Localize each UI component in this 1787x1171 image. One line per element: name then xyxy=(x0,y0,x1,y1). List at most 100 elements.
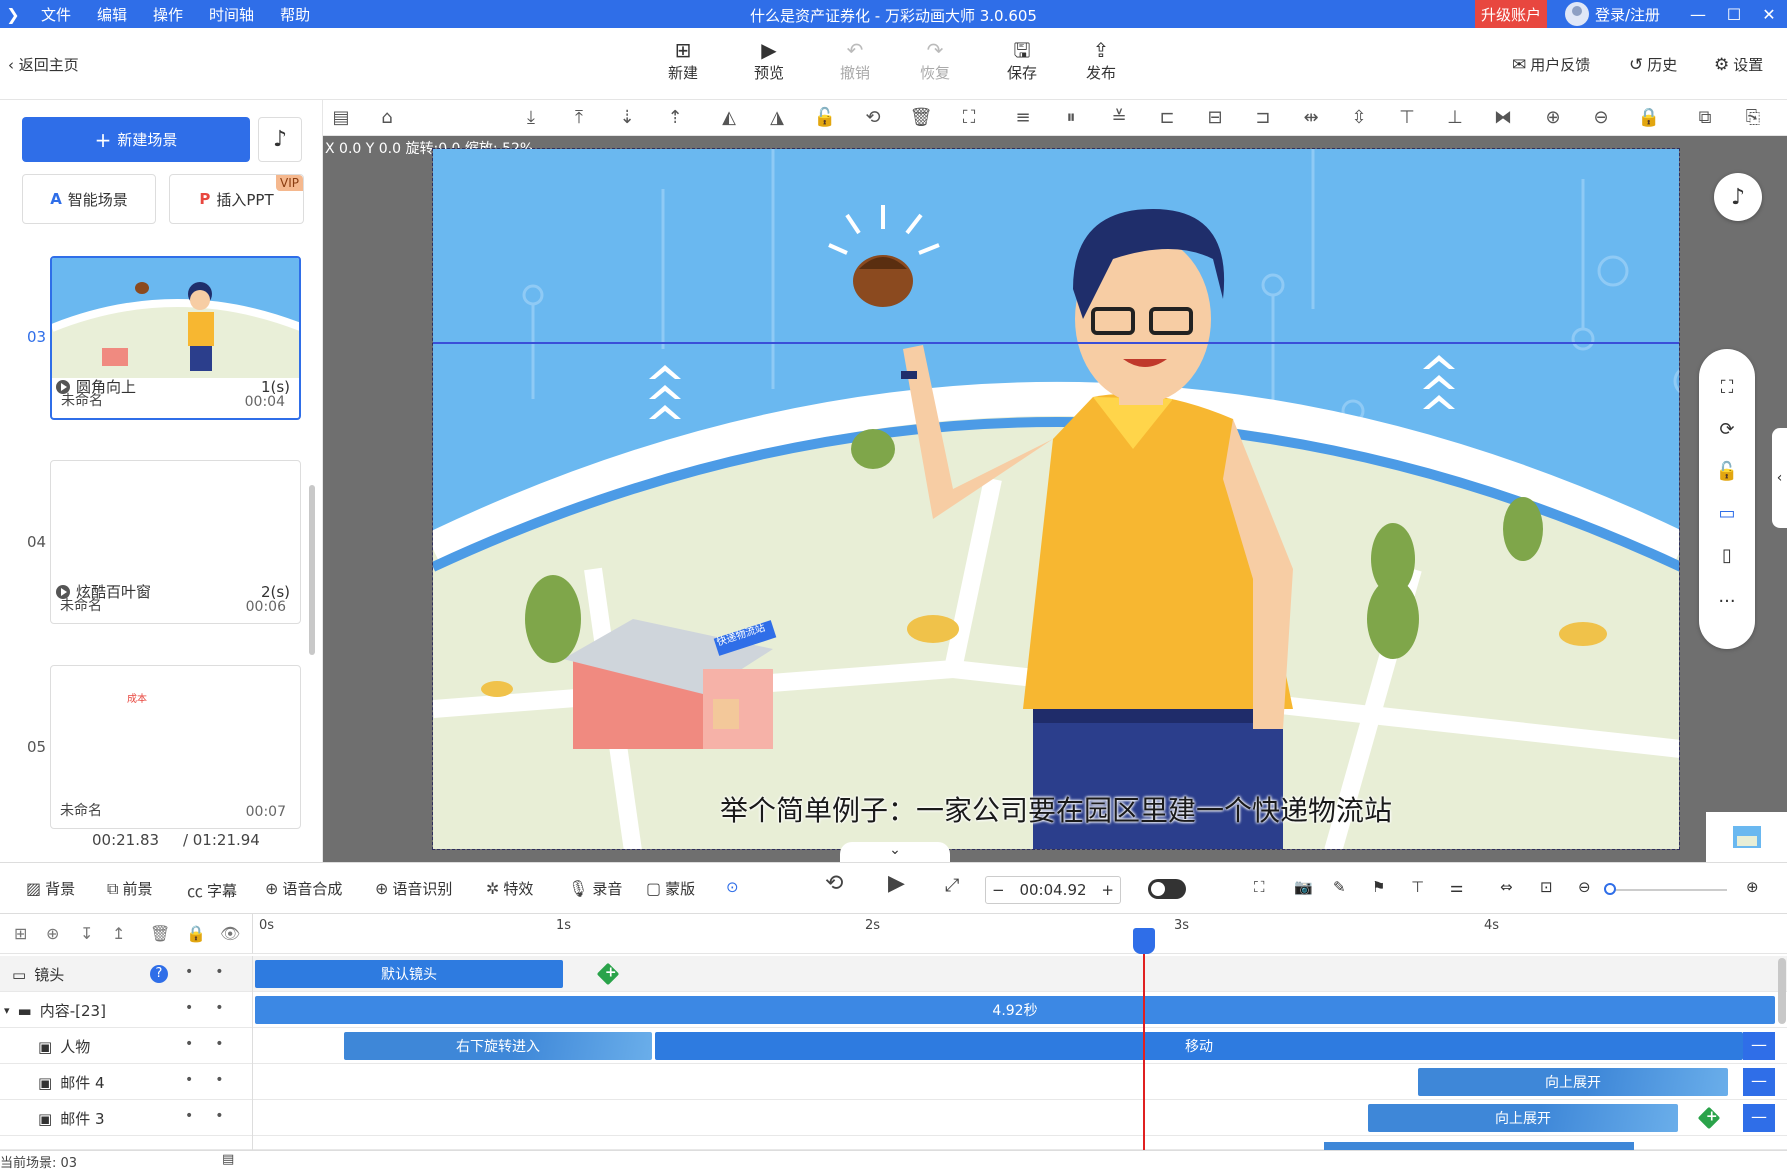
flip-h-icon[interactable]: ◭ xyxy=(717,107,741,128)
mask-button[interactable]: ▢ 蒙版 xyxy=(646,878,695,899)
scene-transition[interactable]: 炫酷百叶窗 2(s) xyxy=(56,581,296,602)
add-layer-icon[interactable]: ⊕ xyxy=(46,924,59,943)
tts-button[interactable]: ⊕ 语音合成 xyxy=(265,878,342,899)
desktop-icon[interactable]: ▭ xyxy=(1699,503,1755,524)
more-controls-icon[interactable]: ⊙ xyxy=(726,878,739,896)
asr-button[interactable]: ⊕ 语音识别 xyxy=(375,878,452,899)
caption-button[interactable]: ㏄字幕 xyxy=(187,878,237,902)
add-folder-icon[interactable]: ⊞ xyxy=(14,924,27,943)
timeline-bar[interactable]: 右下旋转进入 xyxy=(344,1032,652,1060)
publish-button[interactable]: ⇪ 发布 xyxy=(1071,38,1131,83)
zoom-in-timeline-icon[interactable]: ⊕ xyxy=(1746,878,1759,896)
timeline-bar[interactable]: 默认镜头 xyxy=(255,960,563,988)
move-layer-up-icon[interactable]: ↥ xyxy=(112,924,125,943)
new-scene-button[interactable]: + 新建场景 xyxy=(22,117,250,162)
timeline-bar[interactable]: 移动 xyxy=(655,1032,1743,1060)
close-icon[interactable]: ✕ xyxy=(1751,0,1787,28)
delete-layer-icon[interactable]: 🗑 xyxy=(150,924,170,943)
camera-frame-icon[interactable]: ⛶ xyxy=(1254,878,1265,896)
redo-button[interactable]: ↷ 恢复 xyxy=(905,38,965,83)
menu-help[interactable]: 帮助 xyxy=(280,6,310,24)
align-vcenter-icon[interactable]: ⏸ xyxy=(1059,107,1083,128)
document-icon[interactable]: ▤ xyxy=(222,1152,234,1167)
menu-timeline[interactable]: 时间轴 xyxy=(209,6,254,24)
track-mail-4[interactable]: ▣ 邮件 4 •• 向上展开 — xyxy=(0,1064,1787,1100)
collapse-track-button[interactable]: — xyxy=(1743,1068,1775,1096)
scene-thumbnail[interactable]: 成本 未命名 00:07 xyxy=(50,665,301,829)
collapse-track-button[interactable]: — xyxy=(1743,1032,1775,1060)
rotate-object-icon[interactable]: ⟳ xyxy=(1699,419,1755,440)
menu-operate[interactable]: 操作 xyxy=(153,6,183,24)
back-home-button[interactable]: ‹ 返回主页 xyxy=(8,54,79,75)
fullscreen-icon[interactable]: ⤢ xyxy=(945,875,959,896)
minimize-icon[interactable]: — xyxy=(1680,0,1716,28)
music-button[interactable]: ♪ xyxy=(258,117,302,162)
undo-button[interactable]: ↶ 撤销 xyxy=(825,38,885,83)
plus-icon[interactable]: + xyxy=(1101,881,1114,899)
move-up-icon[interactable]: ⇡ xyxy=(663,107,687,128)
scene-transition[interactable]: 圆角向上 1(s) xyxy=(56,376,296,397)
sliders-icon[interactable]: ⚌ xyxy=(1450,878,1463,896)
camera-icon[interactable]: 📷 xyxy=(1294,878,1313,896)
lock-layer-icon[interactable]: 🔒 xyxy=(186,924,206,943)
mobile-icon[interactable]: ▯ xyxy=(1699,545,1755,566)
align-left-icon[interactable]: ⊏ xyxy=(1155,107,1179,128)
time-stepper[interactable]: −00:04.92 + xyxy=(985,876,1121,904)
feedback-button[interactable]: ✉ 用户反馈 xyxy=(1512,54,1590,75)
copy-icon[interactable]: ⧉ xyxy=(1693,107,1717,128)
play-icon[interactable]: ▶ xyxy=(888,871,905,896)
help-icon[interactable]: ? xyxy=(150,965,168,983)
menu-edit[interactable]: 编辑 xyxy=(97,6,127,24)
effects-button[interactable]: ✲ 特效 xyxy=(486,878,533,899)
lock-all-icon[interactable]: 🔒 xyxy=(1637,107,1661,128)
home-icon[interactable]: ⌂ xyxy=(375,107,399,128)
record-button[interactable]: 🎙 录音 xyxy=(568,878,622,899)
unlock-icon[interactable]: 🔓 xyxy=(1699,461,1755,482)
timeline-bar[interactable] xyxy=(1324,1142,1634,1150)
timeline-bar[interactable]: 向上展开 xyxy=(1418,1068,1728,1096)
smart-scene-button[interactable]: A 智能场景 xyxy=(22,174,156,224)
track-camera[interactable]: ▭ 镜头 ? •• 默认镜头 xyxy=(0,956,1787,992)
slider-knob[interactable] xyxy=(1604,883,1616,895)
edit-icon[interactable]: ✎ xyxy=(1333,878,1346,896)
history-button[interactable]: ↺ 历史 xyxy=(1629,54,1677,75)
signpost-icon[interactable]: ⚑ xyxy=(1372,878,1385,896)
settings-button[interactable]: ⚙ 设置 xyxy=(1714,54,1763,75)
track-content-group[interactable]: ▾ ▬ 内容-[23] •• 4.92秒 xyxy=(0,992,1787,1028)
preview-button[interactable]: ▶ 预览 xyxy=(739,38,799,83)
filter-icon[interactable]: ⊤ xyxy=(1411,878,1424,896)
add-keyframe-icon[interactable] xyxy=(1697,1106,1721,1130)
bring-bottom-icon[interactable]: ⤓ xyxy=(519,107,543,128)
zoom-out-timeline-icon[interactable]: ⊖ xyxy=(1578,878,1591,896)
collapse-timeline-icon[interactable]: ⌄ xyxy=(840,842,950,862)
paste-icon[interactable]: ⎘ xyxy=(1741,107,1765,128)
scene-list-scrollbar[interactable] xyxy=(309,485,315,655)
login-button[interactable]: 登录/注册 xyxy=(1565,0,1660,28)
distribute-v-icon[interactable]: ⇳ xyxy=(1347,107,1371,128)
align-bottom-icon[interactable]: ≚ xyxy=(1107,107,1131,128)
align-top-icon[interactable]: ≡ xyxy=(1011,107,1035,128)
move-layer-down-icon[interactable]: ↧ xyxy=(80,924,93,943)
foreground-button[interactable]: ⧉ 前景 xyxy=(107,878,152,899)
timeline-zoom-slider[interactable] xyxy=(1604,883,1727,895)
playhead-handle[interactable] xyxy=(1133,928,1155,954)
collapse-right-panel-icon[interactable]: ‹ xyxy=(1772,428,1787,528)
timeline-scrollbar[interactable] xyxy=(1778,958,1786,1024)
replay-icon[interactable]: ⟲ xyxy=(825,871,843,896)
lock-icon[interactable]: 🔓 xyxy=(813,107,837,128)
flip-v-icon[interactable]: ◮ xyxy=(765,107,789,128)
bring-top-icon[interactable]: ⤒ xyxy=(567,107,591,128)
rotate-icon[interactable]: ⟲ xyxy=(861,107,885,128)
track-mail-3[interactable]: ▣ 邮件 3 •• 向上展开 — xyxy=(0,1100,1787,1136)
background-button[interactable]: ▨ 背景 xyxy=(26,878,75,899)
eye-icon[interactable]: 👁 xyxy=(220,924,240,943)
toggle-switch[interactable] xyxy=(1148,879,1186,899)
delete-icon[interactable]: 🗑 xyxy=(909,107,933,128)
timeline-bar[interactable]: 4.92秒 xyxy=(255,996,1775,1024)
subtitle-text[interactable]: 举个简单例子：一家公司要在园区里建一个快递物流站 xyxy=(433,789,1679,829)
new-button[interactable]: ⊞ 新建 xyxy=(653,38,713,83)
track-toggles[interactable]: •• xyxy=(185,1072,246,1088)
crop-icon[interactable]: ⛶ xyxy=(957,107,981,128)
track-person[interactable]: ▣ 人物 •• 右下旋转进入 移动 — xyxy=(0,1028,1787,1064)
fit-screen-icon[interactable]: ⛶ xyxy=(1699,377,1755,398)
